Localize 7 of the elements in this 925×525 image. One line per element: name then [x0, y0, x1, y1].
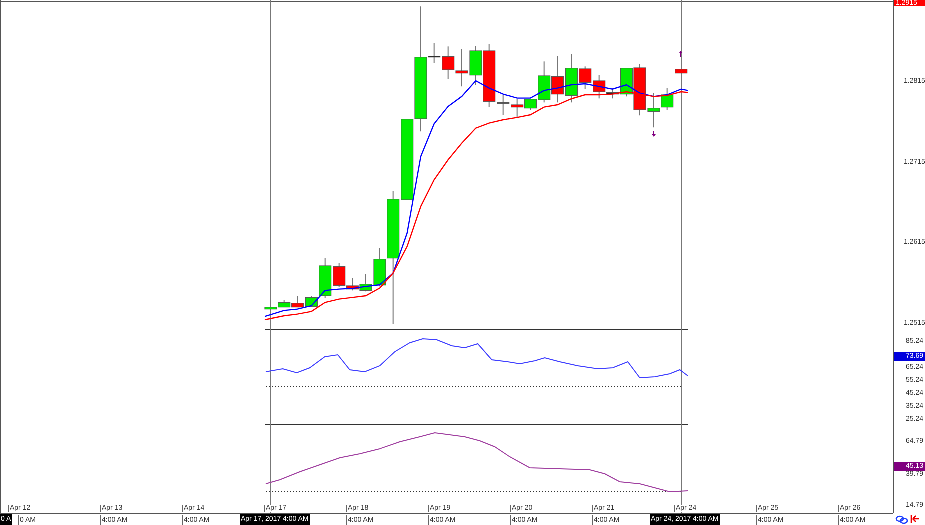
candlestick	[551, 56, 564, 104]
link-icon[interactable]	[896, 516, 908, 524]
candlestick	[675, 68, 688, 74]
up-arrow-icon	[679, 51, 683, 58]
down-arrow-icon	[652, 130, 656, 137]
candlestick	[456, 48, 468, 88]
jump-to-start-icon[interactable]	[910, 515, 920, 523]
